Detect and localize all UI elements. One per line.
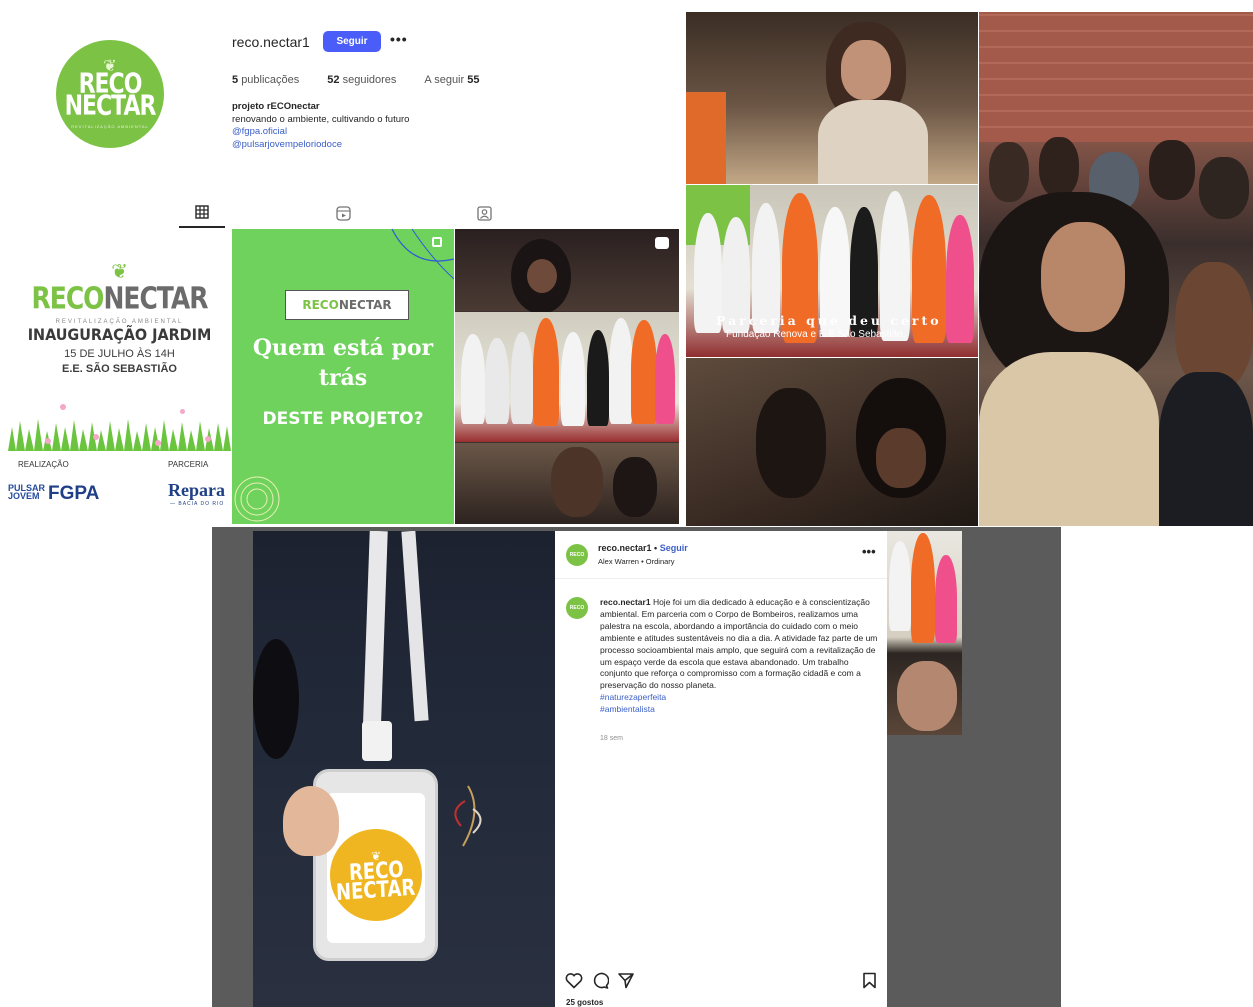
- caption-text: Hoje foi um dia dedicado à educação e à …: [600, 597, 878, 691]
- event-date: 15 DE JULHO ÀS 14H: [64, 348, 175, 360]
- speaker-face: [527, 259, 557, 293]
- follow-button[interactable]: Seguir: [323, 31, 381, 52]
- post-music[interactable]: Alex Warren • Ordinary: [598, 557, 675, 566]
- event-place: E.E. SÃO SEBASTIÃO: [62, 363, 177, 375]
- tagged-icon: [476, 205, 492, 221]
- finger-shape: [283, 786, 339, 856]
- heart-icon[interactable]: [565, 972, 583, 989]
- video-caption-title: Parceria que deu certo: [716, 313, 942, 328]
- caption-author-avatar[interactable]: RECO: [566, 597, 588, 619]
- profile-username: reco.nectar1: [232, 34, 310, 50]
- question-text: Quem está por trás: [252, 335, 434, 391]
- scribble-decoration: [234, 476, 280, 522]
- preview-face: [897, 661, 957, 731]
- video-caption-subtitle: Fundação Renova e E.E São Sebastião.: [726, 329, 906, 340]
- crowd-head: [1199, 157, 1249, 219]
- post-header: RECO reco.nectar1 • Seguir Alex Warren •…: [555, 531, 887, 579]
- reconectar-logo: ❦ RECONECTAR REVITALIZAÇÃO AMBIENTAL: [8, 259, 231, 325]
- audience-face: [613, 457, 657, 517]
- post-follow-link[interactable]: Seguir: [660, 543, 688, 553]
- bio-name: projeto rECOnectar: [232, 101, 320, 112]
- bio-link-fgpa[interactable]: @fgpa.oficial: [232, 126, 409, 139]
- embroidery-decoration: [454, 785, 482, 847]
- share-icon[interactable]: [617, 972, 635, 989]
- profile-tabs: [178, 198, 648, 228]
- post-author-avatar[interactable]: RECO: [566, 544, 588, 566]
- question-subtext: DESTE PROJETO?: [262, 409, 424, 429]
- reels-icon: [335, 205, 351, 221]
- crowd-head: [1149, 140, 1195, 200]
- posts-stat[interactable]: 5 publicações: [232, 74, 299, 86]
- post-timestamp: 18 sem: [600, 735, 623, 742]
- avatar-logo-line2: NECTAR: [64, 90, 157, 122]
- video-frame-students: [686, 358, 978, 526]
- following-stat[interactable]: A seguir 55: [424, 74, 479, 86]
- hashtag-link[interactable]: #naturezaperfeita: [600, 692, 882, 704]
- event-heading: INAUGURAÇÃO JARDIM: [27, 325, 212, 344]
- bookmark-icon[interactable]: [862, 972, 877, 989]
- group-people: [455, 312, 679, 442]
- sunglasses-shape: [253, 639, 299, 759]
- bio-link-pulsar[interactable]: @pulsarjovempeloriodoce: [232, 139, 409, 152]
- post-caption: reco.nectar1 Hoje foi um dia dedicado à …: [600, 597, 882, 716]
- video-frame-crowd: [979, 12, 1253, 526]
- lanyard-strap: [362, 531, 388, 747]
- grid-icon: [195, 205, 209, 219]
- profile-bio: projeto rECOnectar renovando o ambiente,…: [232, 101, 409, 151]
- post-actions: [565, 972, 877, 992]
- petal-decoration: [60, 404, 66, 410]
- crowd-head: [1039, 137, 1079, 197]
- fgpa-logo: FGPA: [48, 483, 100, 504]
- tab-reels[interactable]: [320, 198, 366, 228]
- repara-logo: Repara: [168, 480, 225, 500]
- post-more-options-icon[interactable]: •••: [862, 544, 876, 559]
- girl-sweater: [979, 352, 1159, 526]
- post-details-panel: RECO reco.nectar1 • Seguir Alex Warren •…: [555, 531, 887, 1007]
- student-face: [876, 428, 926, 488]
- brick-wall: [979, 12, 1253, 142]
- comment-icon[interactable]: [591, 972, 609, 989]
- profile-avatar[interactable]: ❦ RECO NECTAR REVITALIZAÇÃO AMBIENTAL: [56, 40, 164, 148]
- swirl-decoration: [391, 229, 454, 280]
- post-author: reco.nectar1 • Seguir: [598, 543, 688, 553]
- student-silhouette: [756, 388, 826, 498]
- next-post-preview[interactable]: [887, 531, 962, 735]
- post-media-video[interactable]: ❦ RECO NECTAR: [253, 531, 555, 1007]
- firefighter-arm: [686, 92, 726, 184]
- badge-clip: [362, 721, 392, 761]
- caption-username[interactable]: reco.nectar1: [600, 597, 651, 607]
- profile-stats: 5 publicações 52 seguidores A seguir 55: [232, 74, 479, 86]
- reconectar-logo-box: RECO NECTAR: [285, 290, 409, 320]
- boy-jacket: [1159, 372, 1253, 526]
- grid-post-who-is-behind[interactable]: RECO NECTAR Quem está por trás DESTE PROJ…: [232, 229, 454, 524]
- crowd-head: [989, 142, 1029, 202]
- post-author-username[interactable]: reco.nectar1: [598, 543, 652, 553]
- tab-posts[interactable]: [179, 198, 225, 228]
- grass-decoration: [8, 419, 231, 451]
- bio-text: renovando o ambiente, cultivando o futur…: [232, 113, 410, 125]
- repara-sub: — BACIA DO RIO: [170, 501, 225, 507]
- audience-face: [551, 447, 603, 517]
- presenter-body: [818, 100, 928, 184]
- hashtag-link[interactable]: #ambientalista: [600, 704, 882, 716]
- profile-header: ❦ RECO NECTAR REVITALIZAÇÃO AMBIENTAL re…: [8, 10, 680, 228]
- badge-logo: ❦ RECO NECTAR: [330, 829, 422, 921]
- post-likes-count[interactable]: 25 gostos: [566, 998, 603, 1007]
- girl-face: [1041, 222, 1125, 332]
- tab-tagged[interactable]: [461, 198, 507, 228]
- pulsar-logo: PULSAR JOVEM: [8, 483, 46, 501]
- lanyard-strap: [401, 531, 429, 722]
- reel-icon: [655, 237, 669, 249]
- avatar-logo-sub: REVITALIZAÇÃO AMBIENTAL: [71, 123, 149, 129]
- video-frame-presenter: [686, 12, 978, 184]
- more-options-icon[interactable]: •••: [390, 31, 408, 47]
- event-info: INAUGURAÇÃO JARDIM 15 DE JULHO ÀS 14H E.…: [8, 325, 231, 375]
- followers-stat[interactable]: 52 seguidores: [327, 74, 396, 86]
- presenter-face: [841, 40, 891, 100]
- grid-post-inauguration[interactable]: ❦ RECONECTAR REVITALIZAÇÃO AMBIENTAL INA…: [8, 229, 231, 524]
- petal-decoration: [180, 409, 185, 414]
